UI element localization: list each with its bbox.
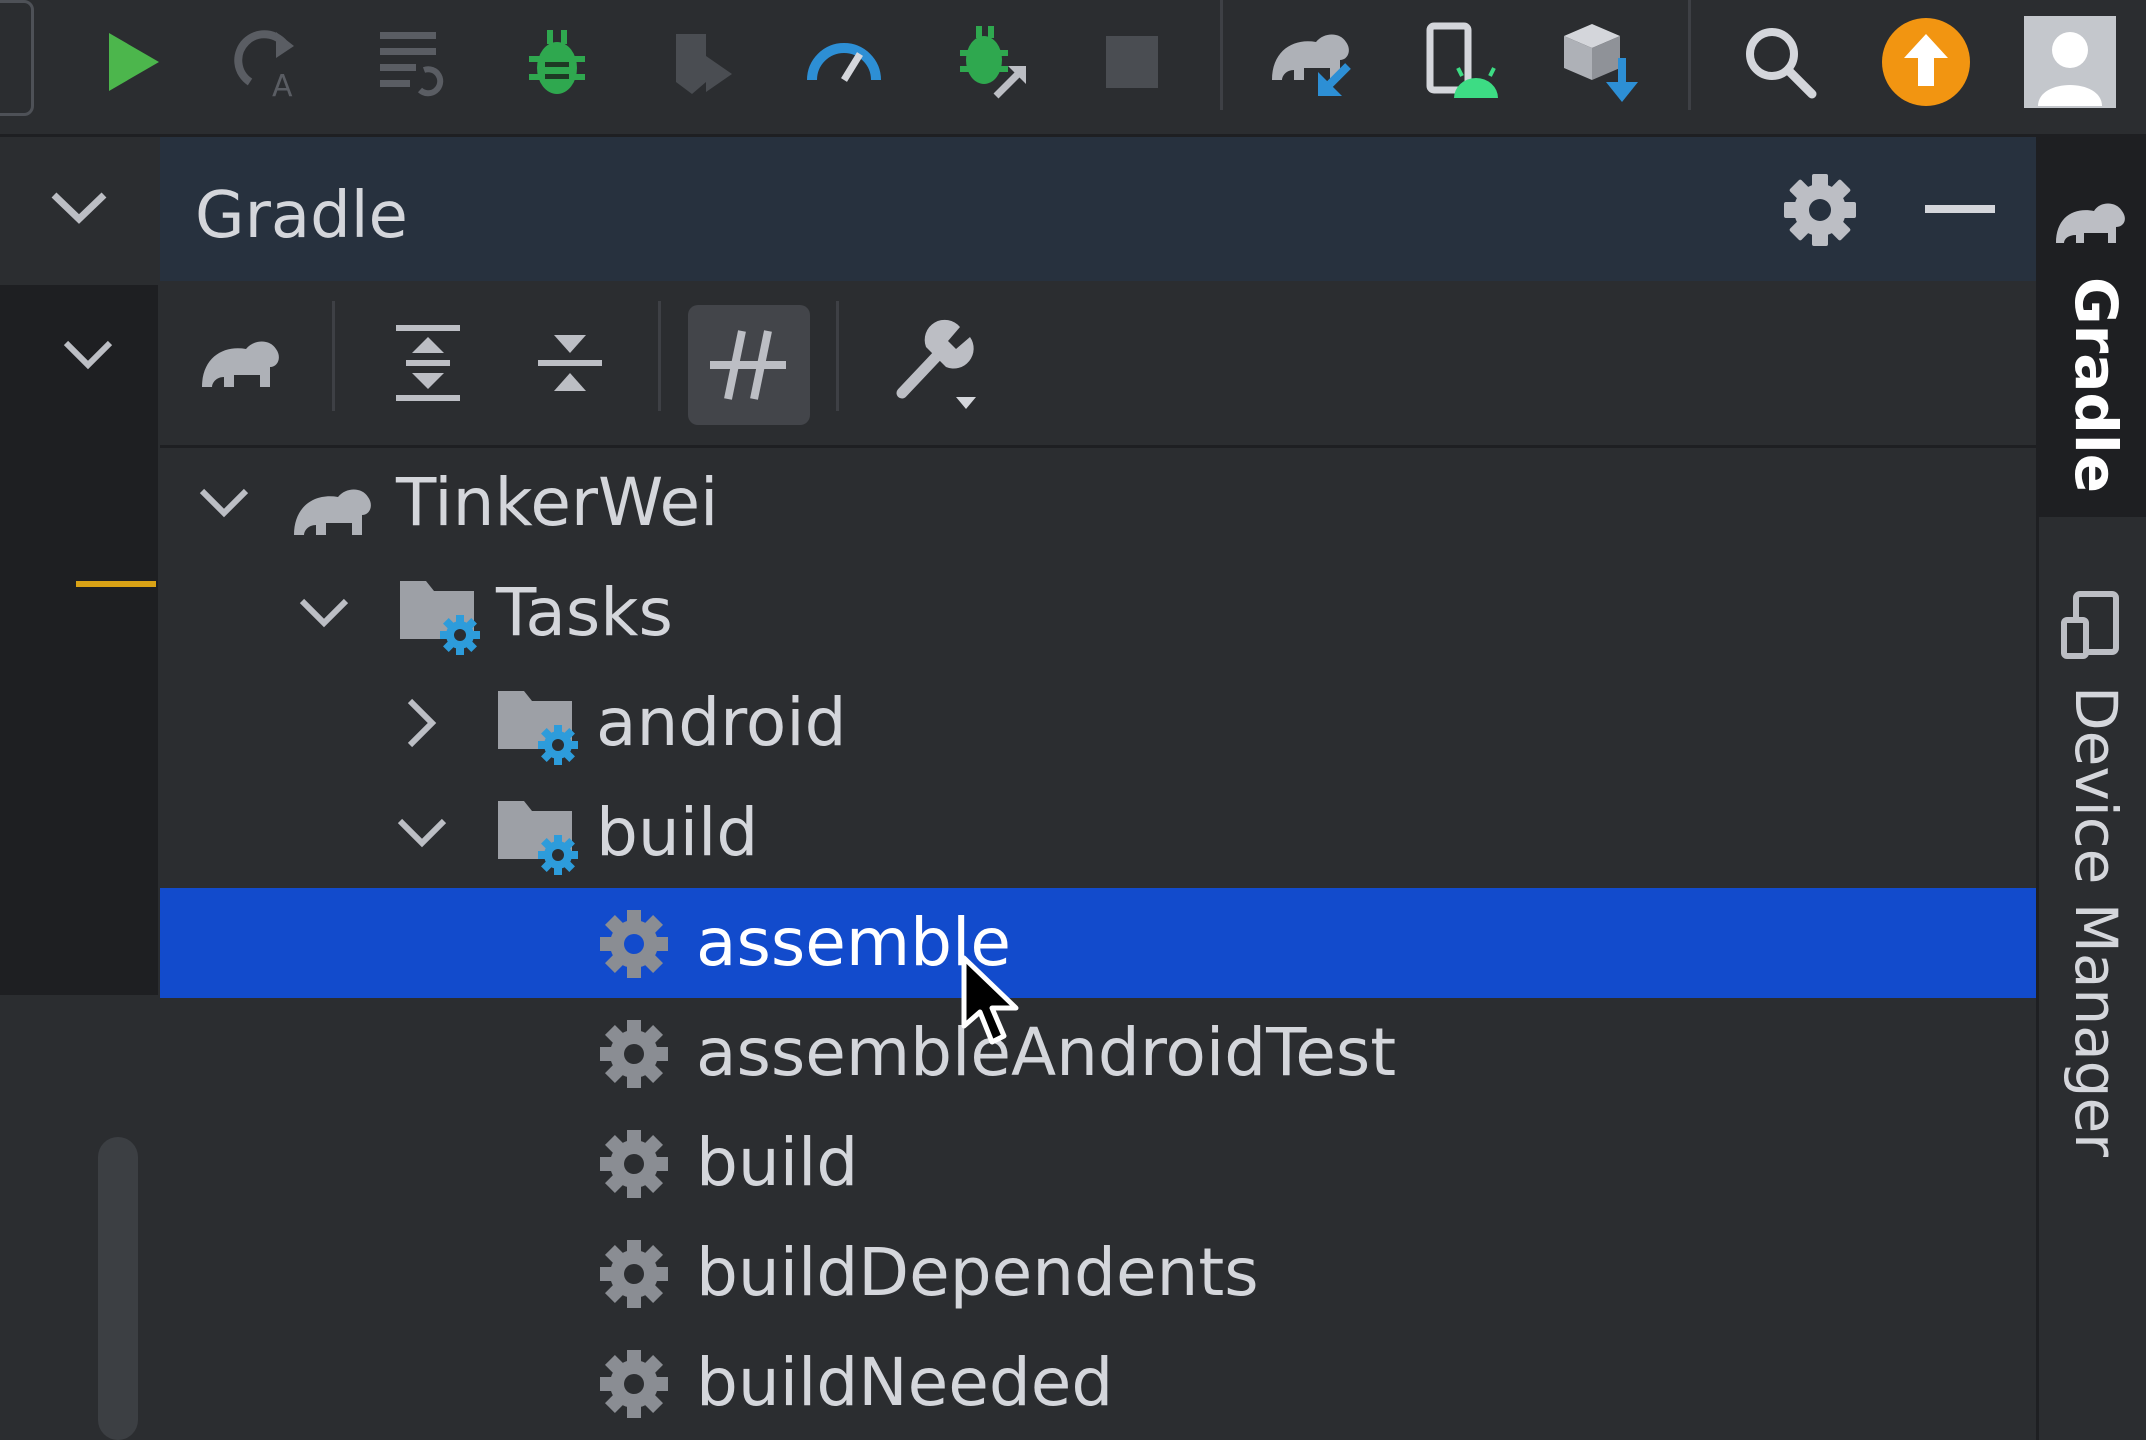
gradle-panel-header xyxy=(160,137,2036,281)
project-label: TinkerWei xyxy=(396,464,719,541)
apply-code-changes-icon xyxy=(380,32,444,97)
search-icon xyxy=(1746,28,1817,99)
gradle-elephant-icon xyxy=(2056,203,2125,243)
refresh-gradle-icon xyxy=(202,341,279,387)
chevron-right-icon[interactable] xyxy=(390,693,450,753)
build-settings-dropdown[interactable] xyxy=(890,317,980,413)
vertical-scrollbar[interactable] xyxy=(98,1137,138,1440)
task-row-buildNeeded[interactable]: buildNeeded xyxy=(160,1328,2036,1438)
task-label: build xyxy=(696,1124,859,1201)
attach-debugger-icon xyxy=(960,26,1026,99)
side-tab-device-manager[interactable]: Device Manager xyxy=(2036,570,2146,1170)
run-icon xyxy=(109,33,159,91)
collapse-all-icon xyxy=(538,335,602,391)
mouse-cursor-icon xyxy=(961,955,1019,1045)
profile-button[interactable] xyxy=(792,10,896,114)
task-row-build[interactable]: build xyxy=(160,1108,2036,1218)
user-avatar-button[interactable] xyxy=(2018,10,2122,114)
gear-icon xyxy=(600,1240,668,1308)
task-label: buildNeeded xyxy=(696,1344,1114,1421)
tree-node-project[interactable]: TinkerWei xyxy=(160,448,2036,558)
tree-node-android[interactable]: android xyxy=(160,668,2036,778)
gear-icon xyxy=(1784,174,1856,246)
device-manager-icon xyxy=(2061,591,2119,659)
side-tab-gradle[interactable]: Gradle xyxy=(2036,137,2146,517)
expand-all-button[interactable] xyxy=(388,321,468,405)
group-build-label: build xyxy=(596,794,759,871)
avatar-icon xyxy=(2024,16,2116,108)
main-toolbar: A xyxy=(0,0,2146,137)
left-panel-strip xyxy=(0,137,158,1440)
collapse-chevron-icon[interactable] xyxy=(48,187,110,227)
debug-icon xyxy=(529,30,585,94)
side-tab-gradle-label: Gradle xyxy=(2062,277,2130,494)
stop-icon xyxy=(1106,36,1158,88)
tasks-label: Tasks xyxy=(496,574,673,651)
task-label: buildDependents xyxy=(696,1234,1259,1311)
gradle-task-tree: TinkerWei Tasks android build assemble a… xyxy=(160,448,2036,1440)
toolbar-partial-control[interactable] xyxy=(0,0,34,116)
task-folder-icon xyxy=(498,801,578,875)
gradle-elephant-icon xyxy=(294,489,371,535)
attach-debugger-button[interactable] xyxy=(940,10,1044,114)
coverage-icon xyxy=(676,34,732,94)
stop-button[interactable] xyxy=(1080,10,1184,114)
sync-gradle-icon xyxy=(1272,34,1351,96)
sdk-manager-button[interactable] xyxy=(1548,10,1652,114)
search-button[interactable] xyxy=(1728,10,1832,114)
gear-icon xyxy=(600,1350,668,1418)
update-icon xyxy=(1882,18,1970,106)
task-label: assembleAndroidTest xyxy=(696,1014,1397,1091)
refresh-gradle-button[interactable] xyxy=(196,321,286,405)
chevron-down-icon[interactable] xyxy=(392,803,452,863)
task-folder-icon xyxy=(498,691,578,765)
gradle-toolbar xyxy=(160,281,2036,448)
gear-icon xyxy=(600,910,668,978)
sync-gradle-button[interactable] xyxy=(1258,10,1362,114)
expand-all-icon xyxy=(396,325,460,401)
debug-button[interactable] xyxy=(505,10,609,114)
panel-settings-button[interactable] xyxy=(1780,170,1860,250)
apply-code-changes-button[interactable] xyxy=(360,10,464,114)
change-marker xyxy=(76,581,156,587)
task-row-assemble[interactable]: assemble xyxy=(160,888,2036,998)
chevron-down-icon[interactable] xyxy=(60,337,116,373)
panel-title: Gradle xyxy=(195,179,408,253)
tree-node-build-group[interactable]: build xyxy=(160,778,2036,888)
apply-changes-icon: A xyxy=(234,30,294,104)
profile-icon xyxy=(807,43,881,82)
left-editor-gutter xyxy=(0,285,158,995)
tree-node-tasks[interactable]: Tasks xyxy=(160,558,2036,668)
group-android-label: android xyxy=(596,684,847,761)
collapse-all-button[interactable] xyxy=(530,321,610,405)
device-manager-toolbar-button[interactable] xyxy=(1408,10,1512,114)
side-tab-device-manager-label: Device Manager xyxy=(2062,686,2130,1158)
gear-icon xyxy=(600,1020,668,1088)
coverage-button[interactable] xyxy=(650,10,754,114)
toggle-offline-icon xyxy=(710,330,786,400)
update-button[interactable] xyxy=(1874,10,1978,114)
task-row-buildDependents[interactable]: buildDependents xyxy=(160,1218,2036,1328)
run-button[interactable] xyxy=(80,10,184,114)
task-folder-icon xyxy=(400,581,480,655)
sdk-manager-icon xyxy=(1564,24,1638,102)
settings-wrench-icon xyxy=(896,319,976,409)
chevron-down-icon[interactable] xyxy=(294,583,354,643)
toggle-offline-button[interactable] xyxy=(688,305,810,425)
gear-icon xyxy=(600,1130,668,1198)
minimize-panel-button[interactable] xyxy=(1925,200,1995,220)
svg-text:A: A xyxy=(272,69,293,104)
minimize-icon xyxy=(1925,205,1995,213)
chevron-down-icon[interactable] xyxy=(194,473,254,533)
device-manager-icon xyxy=(1426,22,1498,98)
task-row-assembleAndroidTest[interactable]: assembleAndroidTest xyxy=(160,998,2036,1108)
apply-changes-button[interactable]: A xyxy=(216,10,320,114)
